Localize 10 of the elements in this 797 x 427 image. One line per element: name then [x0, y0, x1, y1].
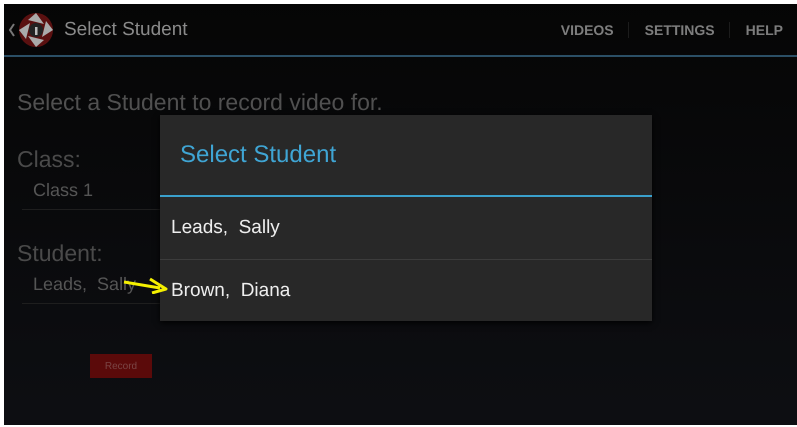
instruction-text: Select a Student to record video for. [17, 89, 384, 116]
class-label: Class: [17, 146, 81, 173]
menu-action[interactable]: SETTINGS [628, 22, 729, 38]
student-option[interactable]: Leads, Sally [160, 197, 652, 259]
screen-title: Select Student [64, 18, 189, 40]
menu-action[interactable]: HELP [728, 22, 797, 38]
dialog-title: Select Student [160, 115, 652, 197]
student-label: Student: [17, 240, 103, 267]
student-option[interactable]: Brown, Diana [160, 259, 652, 321]
menu-action[interactable]: VIDEOS [544, 22, 628, 38]
